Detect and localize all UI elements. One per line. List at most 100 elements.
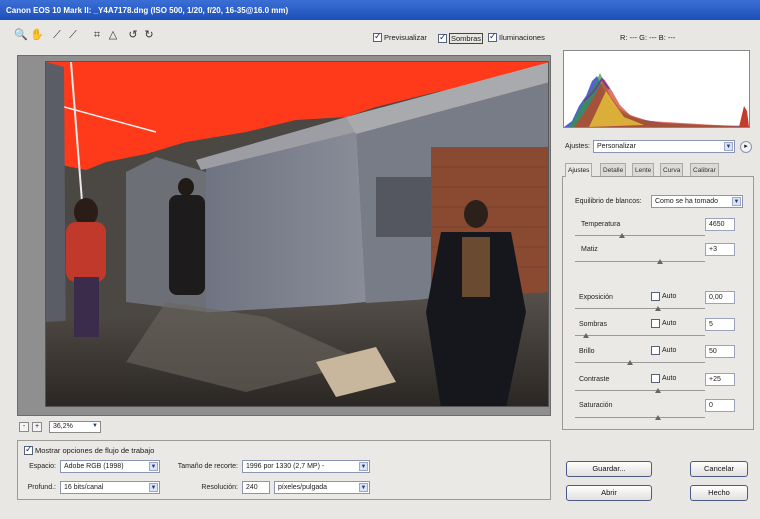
tab-lente[interactable]: Lente xyxy=(632,163,655,177)
sombras-auto-box[interactable] xyxy=(651,319,660,328)
chevron-down-icon: ▼ xyxy=(732,197,741,206)
white-balance-icon[interactable]: ⟋ xyxy=(50,28,64,42)
profund-value: 16 bits/canal xyxy=(64,484,104,491)
photo-preview[interactable] xyxy=(45,61,549,407)
brillo-auto-checkbox[interactable]: Auto xyxy=(651,346,676,355)
matiz-slider-thumb[interactable] xyxy=(657,259,663,264)
hand-icon[interactable]: ✋ xyxy=(30,28,44,42)
chevron-down-icon: ▼ xyxy=(724,142,733,151)
chevron-down-icon: ▼ xyxy=(359,483,368,492)
chevron-down-icon: ▼ xyxy=(149,462,158,471)
crop-icon[interactable]: ⌗ xyxy=(90,28,104,42)
cancel-button[interactable]: Cancelar xyxy=(690,461,748,477)
rotate-right-icon[interactable]: ↻ xyxy=(142,28,156,42)
contraste-slider[interactable] xyxy=(575,388,705,393)
white-balance-select[interactable]: Como se ha tomado ▼ xyxy=(651,195,743,208)
contraste-input[interactable]: +25 xyxy=(705,373,735,386)
zoom-bar: - + 36,2% ▼ xyxy=(17,420,551,434)
settings-label: Ajustes: xyxy=(565,143,590,150)
image-preview-area[interactable] xyxy=(17,55,551,416)
zoom-in-button[interactable]: + xyxy=(32,422,42,432)
contraste-slider-thumb[interactable] xyxy=(655,388,661,393)
sombras-input[interactable]: 5 xyxy=(705,318,735,331)
saturacion-label: Saturación xyxy=(579,402,613,409)
open-button[interactable]: Abrir xyxy=(566,485,652,501)
workflow-options-label: Mostrar opciones de flujo de trabajo xyxy=(35,446,155,455)
profund-label: Profund.: xyxy=(27,484,56,491)
sombras-auto-checkbox[interactable]: Auto xyxy=(651,319,676,328)
settings-select[interactable]: Personalizar ▼ xyxy=(593,140,735,153)
brillo-slider-thumb[interactable] xyxy=(627,360,633,365)
shadows-clipping-checkbox[interactable]: Sombras xyxy=(438,32,484,44)
color-sampler-icon[interactable]: ⟋ xyxy=(66,28,80,42)
resolucion-unit-select[interactable]: píxeles/pulgada ▼ xyxy=(274,481,370,494)
sombras-slider-thumb[interactable] xyxy=(583,333,589,338)
workflow-options-checkbox[interactable] xyxy=(24,444,33,455)
zoom-level-select[interactable]: 36,2% ▼ xyxy=(49,421,101,433)
contraste-label: Contraste xyxy=(579,376,610,383)
save-button[interactable]: Guardar... xyxy=(566,461,652,477)
sombras-label: Sombras xyxy=(579,321,608,328)
chevron-down-icon: ▼ xyxy=(359,462,368,471)
rotate-left-icon[interactable]: ↺ xyxy=(126,28,140,42)
saturacion-input[interactable]: 0 xyxy=(705,399,735,412)
settings-menu-icon[interactable]: ▸ xyxy=(740,141,752,153)
matiz-slider[interactable] xyxy=(575,259,705,264)
tab-calibrar[interactable]: Calibrar xyxy=(690,163,719,177)
contraste-auto-label: Auto xyxy=(662,375,677,382)
saturacion-slider-thumb[interactable] xyxy=(655,415,661,420)
tamano-select[interactable]: 1996 por 1330 (2,7 MP) - ▼ xyxy=(242,460,370,473)
preview-check-box[interactable] xyxy=(373,31,382,42)
sombras-slider[interactable] xyxy=(575,333,705,338)
profund-select[interactable]: 16 bits/canal ▼ xyxy=(60,481,160,494)
tab-detalle[interactable]: Detalle xyxy=(600,163,627,177)
rgb-readout: R: --- G: --- B: --- xyxy=(620,33,676,42)
exposicion-slider[interactable] xyxy=(575,306,705,311)
temperatura-label: Temperatura xyxy=(581,221,621,228)
tamano-value: 1996 por 1330 (2,7 MP) - xyxy=(246,463,325,470)
done-button[interactable]: Hecho xyxy=(690,485,748,501)
brillo-input[interactable]: 50 xyxy=(705,345,735,358)
tamano-label: Tamaño de recorte: xyxy=(177,463,238,470)
adjustments-panel: Equilibrio de blancos: Como se ha tomado… xyxy=(562,176,754,430)
tab-curva[interactable]: Curva xyxy=(660,163,684,177)
brillo-auto-box[interactable] xyxy=(651,346,660,355)
white-balance-label: Equilibrio de blancos: xyxy=(575,198,642,205)
matiz-input[interactable]: +3 xyxy=(705,243,735,256)
exposicion-auto-label: Auto xyxy=(662,293,677,300)
tab-ajustes[interactable]: Ajustes xyxy=(565,163,593,177)
exposicion-label: Exposición xyxy=(579,294,613,301)
sombras-auto-label: Auto xyxy=(662,320,677,327)
histogram-graph xyxy=(564,73,749,127)
exposicion-slider-thumb[interactable] xyxy=(655,306,661,311)
espacio-select[interactable]: Adobe RGB (1998) ▼ xyxy=(60,460,160,473)
zoom-out-button[interactable]: - xyxy=(19,422,29,432)
highlights-check-box[interactable] xyxy=(488,31,497,42)
workflow-options-panel: Mostrar opciones de flujo de trabajo Esp… xyxy=(17,440,551,500)
settings-row: Ajustes: Personalizar ▼ ▸ xyxy=(563,140,755,156)
espacio-label: Espacio: xyxy=(29,463,56,470)
saturacion-slider[interactable] xyxy=(575,415,705,420)
exposicion-input[interactable]: 0,00 xyxy=(705,291,735,304)
highlights-label: Iluminaciones xyxy=(499,33,545,42)
workflow-options-toggle[interactable]: Mostrar opciones de flujo de trabajo xyxy=(24,444,155,455)
chevron-down-icon: ▼ xyxy=(149,483,158,492)
resolucion-label: Resolución: xyxy=(201,484,238,491)
temperatura-slider[interactable] xyxy=(575,233,705,238)
highlights-clipping-checkbox[interactable]: Iluminaciones xyxy=(488,31,545,42)
zoom-icon[interactable]: 🔍 xyxy=(14,28,28,42)
exposicion-auto-checkbox[interactable]: Auto xyxy=(651,292,676,301)
exposicion-auto-box[interactable] xyxy=(651,292,660,301)
contraste-auto-checkbox[interactable]: Auto xyxy=(651,374,676,383)
toolbar: 🔍 ✋ ⟋ ⟋ ⌗ △ ↺ ↻ Previsualizar Sombras Il… xyxy=(0,20,760,48)
temperatura-input[interactable]: 4650 xyxy=(705,218,735,231)
chevron-down-icon: ▼ xyxy=(92,423,98,429)
resolucion-input[interactable]: 240 xyxy=(242,481,270,494)
shadows-check-box[interactable] xyxy=(438,32,447,43)
temperatura-slider-thumb[interactable] xyxy=(619,233,625,238)
straighten-icon[interactable]: △ xyxy=(106,28,120,42)
espacio-value: Adobe RGB (1998) xyxy=(64,463,124,470)
brillo-slider[interactable] xyxy=(575,360,705,365)
contraste-auto-box[interactable] xyxy=(651,374,660,383)
preview-checkbox[interactable]: Previsualizar xyxy=(373,31,427,42)
